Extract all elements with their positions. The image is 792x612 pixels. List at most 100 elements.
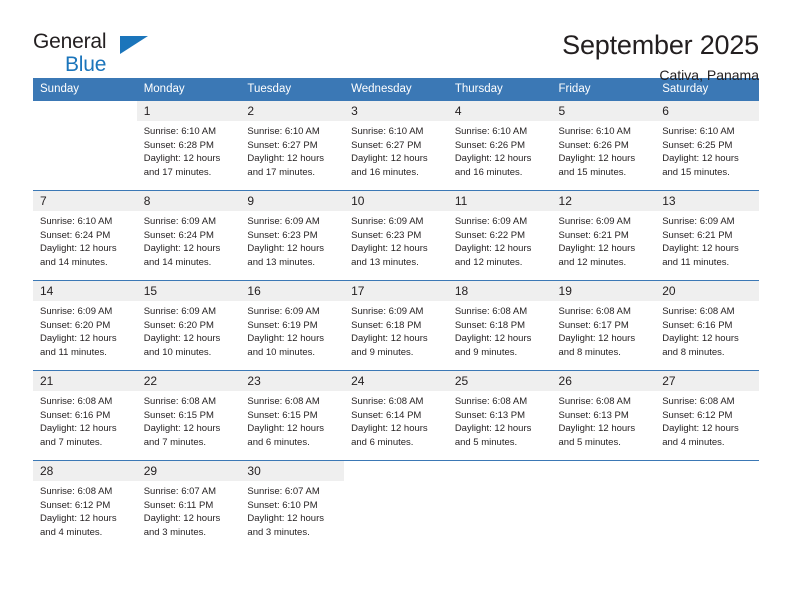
day-details: Sunrise: 6:08 AM Sunset: 6:17 PM Daylight:… xyxy=(552,301,656,359)
daylight-duration-line1: Daylight: 12 hours xyxy=(454,333,532,345)
sunset-time: Sunset: 6:23 PM xyxy=(351,229,422,241)
daylight-duration-line1: Daylight: 12 hours xyxy=(662,243,739,255)
calendar-day-cell[interactable]: 29 Sunrise: 6:07 AM Sunset: 6:11 PM Dayligh… xyxy=(136,460,241,551)
calendar-cell-empty xyxy=(447,460,552,551)
day-number: 8 xyxy=(136,191,241,211)
day-number: 27 xyxy=(655,371,759,391)
calendar-week-row: 21 Sunrise: 6:08 AM Sunset: 6:16 PM Dayligh… xyxy=(33,370,759,461)
page-title: September 2025 xyxy=(562,30,759,60)
calendar-day-cell[interactable]: 5 Sunrise: 6:10 AM Sunset: 6:26 PM Daylight… xyxy=(551,100,656,191)
calendar-day-cell[interactable]: 10 Sunrise: 6:09 AM Sunset: 6:23 PM Dayligh… xyxy=(344,190,448,281)
daylight-duration-line1: Daylight: 12 hours xyxy=(558,243,636,255)
day-number: 20 xyxy=(655,281,759,301)
daylight-duration-line2: and 16 minutes. xyxy=(454,166,523,178)
sunrise-time: Sunrise: 6:09 AM xyxy=(662,216,735,227)
daylight-duration-line1: Daylight: 12 hours xyxy=(247,333,324,345)
sunset-time: Sunset: 6:13 PM xyxy=(454,409,526,421)
sunset-time: Sunset: 6:24 PM xyxy=(40,229,111,241)
sunrise-time: Sunrise: 6:08 AM xyxy=(351,396,424,407)
calendar-day-cell[interactable]: 20 Sunrise: 6:08 AM Sunset: 6:16 PM Dayligh… xyxy=(655,280,759,371)
daylight-duration-line1: Daylight: 12 hours xyxy=(40,333,117,345)
triangle-logo-icon xyxy=(120,36,148,54)
day-number: 24 xyxy=(344,371,448,391)
calendar-day-cell[interactable]: 17 Sunrise: 6:09 AM Sunset: 6:18 PM Dayligh… xyxy=(344,280,448,371)
day-number: 12 xyxy=(551,191,656,211)
daylight-duration-line2: and 10 minutes. xyxy=(247,346,316,358)
day-details: Sunrise: 6:08 AM Sunset: 6:13 PM Daylight:… xyxy=(552,391,656,449)
calendar-day-cell[interactable]: 2 Sunrise: 6:10 AM Sunset: 6:27 PM Daylight… xyxy=(240,100,345,191)
day-number: 19 xyxy=(551,281,656,301)
calendar-day-cell[interactable]: 9 Sunrise: 6:09 AM Sunset: 6:23 PM Daylight… xyxy=(240,190,345,281)
calendar-day-cell[interactable]: 30 Sunrise: 6:07 AM Sunset: 6:10 PM Dayligh… xyxy=(240,460,345,551)
daylight-duration-line2: and 7 minutes. xyxy=(143,436,207,448)
calendar-day-cell[interactable]: 28 Sunrise: 6:08 AM Sunset: 6:12 PM Dayligh… xyxy=(33,460,137,551)
day-number: 25 xyxy=(447,371,552,391)
calendar-day-cell[interactable]: 8 Sunrise: 6:09 AM Sunset: 6:24 PM Daylight… xyxy=(136,190,241,281)
day-number: 1 xyxy=(136,101,241,121)
day-details: Sunrise: 6:09 AM Sunset: 6:21 PM Daylight:… xyxy=(552,211,656,269)
calendar-day-cell[interactable]: 23 Sunrise: 6:08 AM Sunset: 6:15 PM Dayligh… xyxy=(240,370,345,461)
sunrise-time: Sunrise: 6:10 AM xyxy=(662,126,735,137)
daylight-duration-line2: and 13 minutes. xyxy=(247,256,316,268)
calendar-day-cell[interactable]: 4 Sunrise: 6:10 AM Sunset: 6:26 PM Daylight… xyxy=(447,100,552,191)
calendar-day-cell[interactable]: 26 Sunrise: 6:08 AM Sunset: 6:13 PM Dayligh… xyxy=(551,370,656,461)
day-number: 22 xyxy=(136,371,241,391)
calendar-page: General Blue September 2025 Cativa, Pana… xyxy=(0,0,792,612)
calendar-day-cell[interactable]: 14 Sunrise: 6:09 AM Sunset: 6:20 PM Dayligh… xyxy=(33,280,137,371)
calendar-day-cell[interactable]: 16 Sunrise: 6:09 AM Sunset: 6:19 PM Dayligh… xyxy=(240,280,345,371)
day-details: Sunrise: 6:09 AM Sunset: 6:24 PM Daylight:… xyxy=(137,211,241,269)
calendar-day-cell[interactable]: 13 Sunrise: 6:09 AM Sunset: 6:21 PM Dayligh… xyxy=(655,190,759,281)
daylight-duration-line1: Daylight: 12 hours xyxy=(143,513,221,525)
day-number: 15 xyxy=(136,281,241,301)
sunset-time: Sunset: 6:20 PM xyxy=(143,319,214,331)
calendar-day-cell[interactable]: 7 Sunrise: 6:10 AM Sunset: 6:24 PM Daylight… xyxy=(33,190,137,281)
calendar-day-cell[interactable]: 12 Sunrise: 6:09 AM Sunset: 6:21 PM Dayligh… xyxy=(551,190,656,281)
day-details: Sunrise: 6:09 AM Sunset: 6:18 PM Daylight:… xyxy=(344,301,448,359)
day-details: Sunrise: 6:07 AM Sunset: 6:10 PM Daylight:… xyxy=(240,481,344,539)
day-details: Sunrise: 6:10 AM Sunset: 6:27 PM Daylight:… xyxy=(240,121,344,179)
daylight-duration-line2: and 6 minutes. xyxy=(247,436,310,448)
sunrise-time: Sunrise: 6:10 AM xyxy=(558,126,631,137)
weekday-header-wednesday: Wednesday xyxy=(344,78,448,101)
calendar-day-cell[interactable]: 3 Sunrise: 6:10 AM Sunset: 6:27 PM Daylight… xyxy=(344,100,448,191)
sunset-time: Sunset: 6:18 PM xyxy=(351,319,422,331)
daylight-duration-line1: Daylight: 12 hours xyxy=(40,423,117,435)
calendar-day-cell[interactable]: 19 Sunrise: 6:08 AM Sunset: 6:17 PM Dayligh… xyxy=(551,280,656,371)
sunset-time: Sunset: 6:24 PM xyxy=(143,229,214,241)
daylight-duration-line1: Daylight: 12 hours xyxy=(454,243,532,255)
calendar-day-cell[interactable]: 1 Sunrise: 6:10 AM Sunset: 6:28 PM Daylight… xyxy=(136,100,241,191)
sunrise-time: Sunrise: 6:09 AM xyxy=(143,306,217,317)
calendar-day-cell[interactable]: 24 Sunrise: 6:08 AM Sunset: 6:14 PM Dayligh… xyxy=(344,370,448,461)
sunset-time: Sunset: 6:15 PM xyxy=(247,409,318,421)
daylight-duration-line1: Daylight: 12 hours xyxy=(454,153,532,165)
daylight-duration-line2: and 14 minutes. xyxy=(40,256,108,268)
daylight-duration-line2: and 10 minutes. xyxy=(143,346,212,358)
daylight-duration-line1: Daylight: 12 hours xyxy=(662,153,739,165)
sunset-time: Sunset: 6:27 PM xyxy=(351,139,422,151)
sunrise-time: Sunrise: 6:08 AM xyxy=(454,306,528,317)
day-details: Sunrise: 6:08 AM Sunset: 6:18 PM Daylight:… xyxy=(448,301,552,359)
day-details: Sunrise: 6:08 AM Sunset: 6:14 PM Daylight:… xyxy=(344,391,448,449)
sunrise-time: Sunrise: 6:09 AM xyxy=(247,216,320,227)
calendar-day-cell[interactable]: 25 Sunrise: 6:08 AM Sunset: 6:13 PM Dayligh… xyxy=(447,370,552,461)
calendar-day-cell[interactable]: 22 Sunrise: 6:08 AM Sunset: 6:15 PM Dayligh… xyxy=(136,370,241,461)
day-details: Sunrise: 6:09 AM Sunset: 6:19 PM Daylight:… xyxy=(240,301,344,359)
calendar-day-cell[interactable]: 6 Sunrise: 6:10 AM Sunset: 6:25 PM Daylight… xyxy=(655,100,759,191)
sunrise-time: Sunrise: 6:08 AM xyxy=(558,396,631,407)
sunset-time: Sunset: 6:17 PM xyxy=(558,319,629,331)
day-number: 13 xyxy=(655,191,759,211)
calendar-week-row: 14 Sunrise: 6:09 AM Sunset: 6:20 PM Dayligh… xyxy=(33,280,759,371)
day-number: 21 xyxy=(33,371,137,391)
day-number: 9 xyxy=(240,191,345,211)
calendar-day-cell[interactable]: 15 Sunrise: 6:09 AM Sunset: 6:20 PM Dayligh… xyxy=(136,280,241,371)
daylight-duration-line2: and 5 minutes. xyxy=(454,436,518,448)
calendar-day-cell[interactable]: 21 Sunrise: 6:08 AM Sunset: 6:16 PM Dayligh… xyxy=(33,370,137,461)
day-number: 3 xyxy=(344,101,448,121)
day-details: Sunrise: 6:09 AM Sunset: 6:22 PM Daylight:… xyxy=(448,211,552,269)
calendar-day-cell[interactable]: 27 Sunrise: 6:08 AM Sunset: 6:12 PM Dayligh… xyxy=(655,370,759,461)
calendar-day-cell[interactable]: 18 Sunrise: 6:08 AM Sunset: 6:18 PM Dayligh… xyxy=(447,280,552,371)
calendar-day-cell[interactable]: 11 Sunrise: 6:09 AM Sunset: 6:22 PM Dayligh… xyxy=(447,190,552,281)
sunrise-time: Sunrise: 6:08 AM xyxy=(662,306,735,317)
calendar-cell-empty xyxy=(655,460,759,551)
daylight-duration-line1: Daylight: 12 hours xyxy=(351,153,428,165)
